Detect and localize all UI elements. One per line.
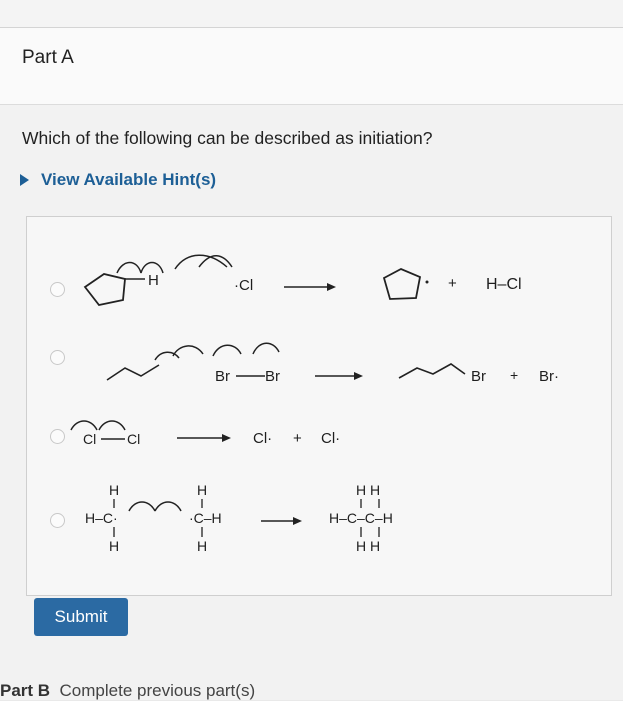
h-atom: H: [148, 272, 159, 289]
view-hints-link[interactable]: View Available Hint(s): [20, 170, 216, 190]
br-atom-left: Br: [215, 368, 230, 385]
plus-sign: +: [293, 430, 302, 447]
methyl-h-top-right: H: [197, 482, 207, 498]
ethane-h-top: H H: [356, 482, 380, 498]
part-b-label: Part B: [0, 681, 51, 700]
cl-atom-right: Cl: [127, 431, 140, 447]
answer-option-3[interactable]: Cl Cl Cl· + Cl·: [27, 412, 611, 462]
hint-label: View Available Hint(s): [41, 170, 217, 189]
cl-radical: ·Cl: [234, 277, 253, 294]
ethane-h-bottom: H H: [356, 538, 380, 554]
part-a-title: Part A: [22, 47, 74, 68]
methyl-h-bottom: H: [109, 538, 119, 554]
fishhook-arrows: [154, 342, 280, 361]
reaction-diagram-1: H ·Cl + H–Cl: [83, 254, 522, 306]
reaction-diagram-4: H H–C· H H ·C–H H H H H–C–C–H H H: [85, 482, 393, 554]
plus-sign: +: [448, 275, 457, 292]
answer-option-2[interactable]: Br Br Br + Br·: [27, 332, 611, 402]
part-b-status: Complete previous part(s): [59, 681, 256, 700]
product-cl-radical-1: Cl·: [253, 430, 272, 447]
reaction-diagram-3: Cl Cl Cl· + Cl·: [70, 420, 340, 447]
fishhook-arrows: [70, 420, 126, 431]
top-bar: [0, 0, 623, 28]
cl-atom-left: Cl: [83, 431, 96, 447]
submit-button[interactable]: Submit: [34, 598, 128, 636]
part-b-header[interactable]: Part B Complete previous part(s): [0, 681, 255, 701]
product-cl-radical-2: Cl·: [321, 430, 340, 447]
answer-option-1[interactable]: H ·Cl + H–Cl: [27, 237, 611, 327]
answer-option-4[interactable]: H H–C· H H ·C–H H H H H–C–C–H H H: [27, 475, 611, 560]
methyl-h-bottom-right: H: [197, 538, 207, 554]
product-br: Br: [471, 368, 486, 385]
answer-choices: H ·Cl + H–Cl Br Br Br + Br· Cl Cl Cl· + …: [26, 216, 612, 596]
fishhook-arrows-2: [174, 254, 233, 270]
ethyl-chain: [106, 364, 160, 381]
cyclopentyl-ring: [382, 268, 422, 300]
reaction-diagram-2: Br Br Br + Br·: [106, 342, 559, 385]
propyl-chain: [398, 363, 466, 379]
arrowhead: [293, 517, 302, 525]
product-hcl: H–Cl: [486, 276, 522, 293]
radical-dot: [425, 280, 429, 284]
cyclopentane-ring: [83, 273, 126, 306]
fishhook-arrows: [128, 501, 182, 512]
arrowhead: [327, 283, 336, 291]
methyl-radical-right: ·C–H: [189, 510, 222, 526]
methyl-radical-left: H–C·: [85, 510, 118, 526]
arrowhead: [222, 434, 231, 442]
expand-triangle-icon: [20, 174, 29, 186]
ethane-chain: H–C–C–H: [329, 510, 393, 526]
plus-sign: +: [510, 367, 518, 383]
arrowhead: [354, 372, 363, 380]
part-a-header: [0, 28, 623, 105]
br-atom-right: Br: [265, 368, 280, 385]
methyl-h-top: H: [109, 482, 119, 498]
question-text: Which of the following can be described …: [22, 128, 433, 148]
product-br-radical: Br·: [539, 368, 559, 385]
